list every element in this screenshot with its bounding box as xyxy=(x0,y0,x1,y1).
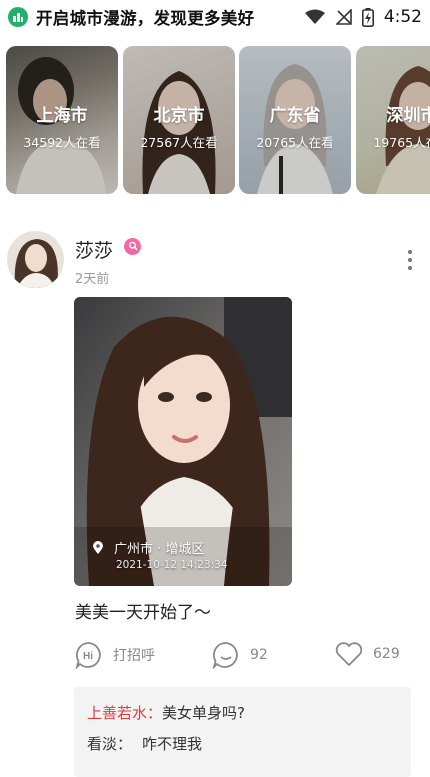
comment-user[interactable]: 看淡： xyxy=(87,735,132,753)
location-pin-icon xyxy=(93,540,103,554)
comment-text: 美女单身吗? xyxy=(162,704,245,722)
comment-item[interactable]: 看淡： 咋不理我 xyxy=(87,733,202,754)
post-caption: 美美一天开始了～ xyxy=(75,603,211,623)
more-options-icon[interactable] xyxy=(403,248,417,274)
notification-text: 开启城市漫游，发现更多美好 xyxy=(36,9,255,28)
city-name: 深圳市 xyxy=(386,106,430,126)
comment-button[interactable]: 92 xyxy=(212,641,268,669)
photo-date: 2021-10-12 14:23:34 xyxy=(116,559,228,571)
svg-text:Hi: Hi xyxy=(83,651,93,662)
battery-charging-icon xyxy=(361,7,374,27)
city-card-shanghai[interactable]: 上海市 34592人在看 xyxy=(6,46,118,194)
hi-greet-icon: Hi xyxy=(75,642,101,669)
comment-text: 咋不理我 xyxy=(142,735,203,753)
location-text: 广州市 · 增城区 xyxy=(114,542,205,557)
wifi-icon xyxy=(304,9,325,24)
greet-label: 打招呼 xyxy=(113,648,155,664)
comment-count: 92 xyxy=(250,647,268,663)
like-button[interactable]: 629 xyxy=(335,641,400,667)
city-carousel: 上海市 34592人在看 北京市 27567人在看 广东省 20765人在看 深… xyxy=(6,46,430,194)
comment-user[interactable]: 上善若水： xyxy=(87,704,162,722)
no-signal-icon xyxy=(335,9,352,25)
city-watching-count: 34592人在看 xyxy=(23,135,101,150)
comment-icon xyxy=(212,642,238,669)
post-username[interactable]: 莎莎 xyxy=(75,236,113,263)
city-watching-count: 20765人在看 xyxy=(256,135,334,150)
city-name: 广东省 xyxy=(269,106,321,126)
city-card-shenzhen[interactable]: 深圳市 19765人在看 xyxy=(356,46,430,194)
status-bar: 开启城市漫游，发现更多美好 4:52 xyxy=(0,0,430,34)
heart-icon xyxy=(335,642,363,666)
post-time: 2天前 xyxy=(75,272,110,287)
city-card-guangdong[interactable]: 广东省 20765人在看 xyxy=(239,46,351,194)
comment-item[interactable]: 上善若水：美女单身吗? xyxy=(87,702,245,723)
greet-button[interactable]: Hi 打招呼 xyxy=(75,641,155,669)
city-watching-count: 27567人在看 xyxy=(140,135,218,150)
city-app-icon xyxy=(8,7,28,27)
city-name: 北京市 xyxy=(153,106,205,126)
post-photo[interactable]: 广州市 · 增城区 2021-10-12 14:23:34 xyxy=(74,297,292,586)
city-name: 上海市 xyxy=(36,106,88,126)
user-avatar[interactable] xyxy=(7,231,64,288)
city-watching-count: 19765人在看 xyxy=(373,135,430,150)
city-card-beijing[interactable]: 北京市 27567人在看 xyxy=(123,46,235,194)
like-count: 629 xyxy=(373,646,400,662)
photo-location: 广州市 · 增城区 xyxy=(92,538,204,557)
status-time: 4:52 xyxy=(383,7,422,27)
female-gender-icon xyxy=(124,238,141,255)
